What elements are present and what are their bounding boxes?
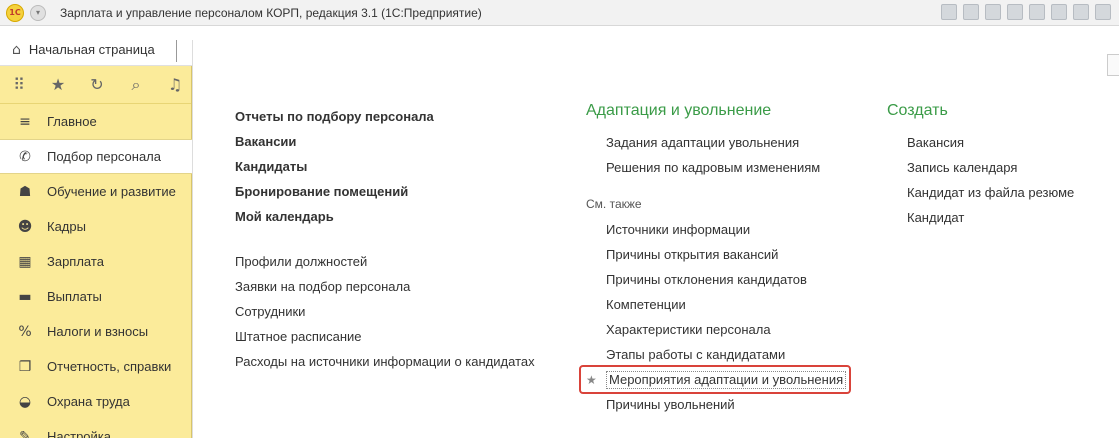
- section-title-create: Создать: [887, 102, 948, 119]
- link-create-candidate-from-resume[interactable]: Кандидат из файла резюме: [887, 180, 1074, 205]
- sidebar-item-taxes[interactable]: % Налоги и взносы: [0, 314, 191, 349]
- sidebar-item-label: Охрана труда: [47, 394, 130, 409]
- title-toolbar: [941, 4, 1111, 20]
- link-vacancy-reasons[interactable]: Причины открытия вакансий: [586, 242, 846, 267]
- highlighted-link-row: ★ Мероприятия адаптации и увольнения: [579, 365, 851, 394]
- link-adaptation-tasks[interactable]: Задания адаптации увольнения: [586, 130, 846, 155]
- link-recruitment-reports[interactable]: Отчеты по подбору персонала: [235, 104, 535, 129]
- link-candidate-stages[interactable]: Этапы работы с кандидатами: [586, 342, 846, 367]
- sidebar-item-label: Кадры: [47, 219, 86, 234]
- save-icon[interactable]: [941, 4, 957, 20]
- training-icon: ☗: [18, 183, 32, 200]
- tab-home[interactable]: ⌂ Начальная страница: [12, 34, 155, 65]
- link-room-booking[interactable]: Бронирование помещений: [235, 179, 535, 204]
- sidebar-item-label: Выплаты: [47, 289, 102, 304]
- sidebar-item-safety[interactable]: ◒ Охрана труда: [0, 384, 191, 419]
- grid-icon[interactable]: ⠿: [10, 75, 28, 94]
- link-hr-decisions[interactable]: Решения по кадровым изменениям: [586, 155, 846, 180]
- link-create-candidate[interactable]: Кандидат: [887, 205, 1074, 230]
- sidebar-item-label: Главное: [47, 114, 97, 129]
- sidebar-item-salary[interactable]: ▦ Зарплата: [0, 244, 191, 279]
- sidebar-item-staff[interactable]: ☻ Кадры: [0, 209, 191, 244]
- menu-lines-icon: ≡: [19, 113, 31, 130]
- table-icon[interactable]: [1051, 4, 1067, 20]
- sidebar-item-settings[interactable]: ✎ Настройка: [0, 419, 191, 438]
- link-rejection-reasons[interactable]: Причины отклонения кандидатов: [586, 267, 846, 292]
- sidebar-item-payments[interactable]: ▬ Выплаты: [0, 279, 191, 314]
- spreadsheet-icon[interactable]: [1073, 4, 1089, 20]
- print-doc-icon[interactable]: [1029, 4, 1045, 20]
- sidebar-item-main[interactable]: ≡ Главное: [0, 104, 191, 139]
- link-candidates[interactable]: Кандидаты: [235, 154, 535, 179]
- history-icon[interactable]: ↻: [88, 75, 106, 94]
- column-create: Создать Вакансия Запись календаря Кандид…: [887, 100, 1074, 230]
- link-position-profiles[interactable]: Профили должностей: [235, 249, 535, 274]
- see-also-label: См. также: [586, 197, 642, 211]
- section-title-adaptation: Адаптация и увольнение: [586, 102, 772, 119]
- highlight-frame: [579, 365, 851, 394]
- phone-icon: ✆: [19, 148, 31, 165]
- link-competencies[interactable]: Компетенции: [586, 292, 846, 317]
- upload-icon[interactable]: [1007, 4, 1023, 20]
- sidebar-item-label: Подбор персонала: [47, 149, 161, 164]
- link-dismissal-reasons[interactable]: Причины увольнений: [586, 392, 846, 417]
- panel-collapse-button[interactable]: [1107, 54, 1119, 76]
- link-create-calendar-entry[interactable]: Запись календаря: [887, 155, 1074, 180]
- column-main-links: Отчеты по подбору персонала Вакансии Кан…: [235, 104, 535, 374]
- link-recruitment-requests[interactable]: Заявки на подбор персонала: [235, 274, 535, 299]
- print-icon[interactable]: [963, 4, 979, 20]
- preview-icon[interactable]: [985, 4, 1001, 20]
- people-icon: ☻: [17, 218, 33, 235]
- link-personnel-characteristics[interactable]: Характеристики персонала: [586, 317, 846, 342]
- sidebar-item-label: Настройка: [47, 429, 111, 438]
- sidebar-item-label: Налоги и взносы: [47, 324, 149, 339]
- calendar-icon[interactable]: [1095, 4, 1111, 20]
- reports-icon: ❐: [18, 358, 32, 375]
- home-icon: ⌂: [12, 41, 21, 58]
- percent-icon: %: [18, 323, 32, 340]
- sidebar: ⠿ ★ ↻ ⌕ ♫ ≡ Главное ✆ Подбор персонала ☗…: [0, 66, 192, 438]
- link-info-source-expenses[interactable]: Расходы на источники информации о кандид…: [235, 349, 535, 374]
- title-bar: 1С ▾ Зарплата и управление персоналом КО…: [0, 0, 1119, 26]
- app-logo-icon[interactable]: 1С: [6, 3, 24, 22]
- link-info-sources[interactable]: Источники информации: [586, 217, 846, 242]
- tab-divider: [176, 40, 177, 62]
- wrench-icon: ✎: [19, 428, 31, 438]
- window-title: Зарплата и управление персоналом КОРП, р…: [60, 5, 482, 20]
- main-menu-button[interactable]: ▾: [30, 4, 46, 21]
- column-adaptation: Адаптация и увольнение Задания адаптации…: [579, 100, 851, 417]
- calculator-icon: ▦: [18, 253, 32, 270]
- sidebar-item-label: Зарплата: [47, 254, 104, 269]
- tab-home-label: Начальная страница: [28, 42, 155, 57]
- cash-icon: ▬: [18, 288, 32, 305]
- bell-icon[interactable]: ♫: [166, 75, 184, 94]
- link-staffing-table[interactable]: Штатное расписание: [235, 324, 535, 349]
- sidebar-item-training[interactable]: ☗ Обучение и развитие: [0, 174, 191, 209]
- sidebar-item-reports[interactable]: ❐ Отчетность, справки: [0, 349, 191, 384]
- link-my-calendar[interactable]: Мой календарь: [235, 204, 535, 229]
- star-icon[interactable]: ★: [49, 75, 67, 94]
- sidebar-item-label: Обучение и развитие: [47, 184, 176, 199]
- link-vacancies[interactable]: Вакансии: [235, 129, 535, 154]
- sidebar-item-recruitment[interactable]: ✆ Подбор персонала: [0, 139, 192, 174]
- sidebar-toolbar: ⠿ ★ ↻ ⌕ ♫: [0, 66, 191, 104]
- sidebar-item-label: Отчетность, справки: [47, 359, 172, 374]
- link-employees[interactable]: Сотрудники: [235, 299, 535, 324]
- helmet-icon: ◒: [18, 393, 32, 410]
- section-panel: Отчеты по подбору персонала Вакансии Кан…: [192, 40, 1119, 438]
- link-create-vacancy[interactable]: Вакансия: [887, 130, 1074, 155]
- search-icon[interactable]: ⌕: [127, 75, 145, 95]
